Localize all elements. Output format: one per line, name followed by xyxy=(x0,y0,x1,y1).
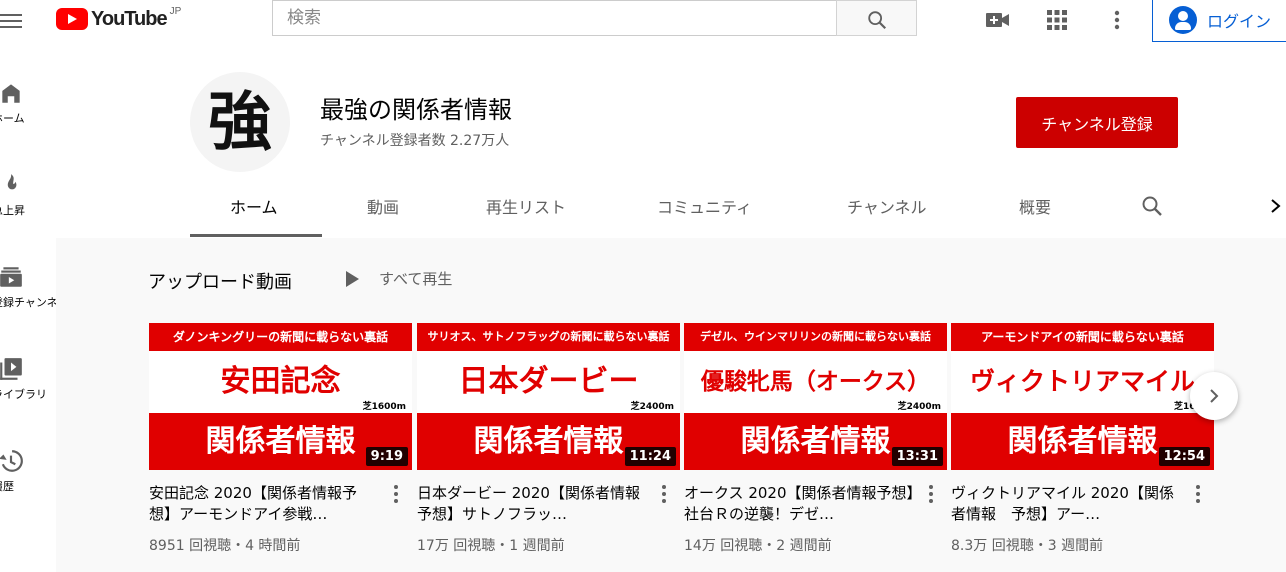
video-title[interactable]: ヴィクトリアマイル 2020【関係者情報 予想】アー… xyxy=(951,483,1181,525)
tab-playlists[interactable]: 再生リスト xyxy=(486,194,566,218)
sidebar-item-label: ホーム xyxy=(0,112,25,125)
chevron-right-icon xyxy=(1210,389,1219,403)
video-thumbnail[interactable]: デゼル、ウインマリリンの新聞に載らない裏話 優駿牝馬（オークス） 芝2400m … xyxy=(684,323,947,470)
thumbnail-subtext: 芝2400m xyxy=(630,402,674,412)
video-duration: 12:54 xyxy=(1158,447,1210,466)
channel-search-icon[interactable] xyxy=(1140,194,1164,218)
thumbnail-banner: アーモンドアイの新聞に載らない裏話 xyxy=(951,323,1214,351)
more-options-icon[interactable] xyxy=(928,485,934,505)
thumbnail-banner: サリオス、サトノフラッグの新聞に載らない裏話 xyxy=(417,323,680,351)
video-meta: 14万 回視聴・2 週間前 xyxy=(684,538,832,554)
video-duration: 9:19 xyxy=(365,447,408,466)
chevron-right-icon[interactable] xyxy=(1268,194,1284,218)
video-duration: 13:31 xyxy=(891,447,943,466)
subscriptions-icon xyxy=(0,267,22,287)
video-thumbnail[interactable]: ダノンキングリーの新聞に載らない裏話 安田記念 芝1600m 関係者情報 9:1… xyxy=(149,323,412,470)
fire-icon xyxy=(7,174,17,190)
sidebar-item-subscriptions[interactable]: 登録チャンネル xyxy=(0,264,69,324)
more-options-icon[interactable] xyxy=(393,485,399,505)
sidebar: ホーム 急上昇 登録チャンネル ライブラリ 履歴 xyxy=(0,46,69,572)
thumbnail-subtext: 芝2400m xyxy=(897,402,941,412)
sidebar-item-trending[interactable]: 急上昇 xyxy=(0,172,56,232)
youtube-logo[interactable]: YouTube JP xyxy=(56,6,181,32)
uploads-section: アップロード動画 すべて再生 ダノンキングリーの新聞に載らない裏話 安田記念 芝… xyxy=(56,238,1286,572)
svg-text:強: 強 xyxy=(208,85,272,160)
sidebar-item-history[interactable]: 履歴 xyxy=(0,448,56,508)
thumbnail-banner: ダノンキングリーの新聞に載らない裏話 xyxy=(149,323,412,351)
home-icon xyxy=(2,84,20,103)
thumbnail-banner: デゼル、ウインマリリンの新聞に載らない裏話 xyxy=(684,323,947,351)
video-card[interactable]: アーモンドアイの新聞に載らない裏話 ヴィクトリアマイル 芝1600 関係者情報 … xyxy=(951,323,1214,554)
more-options-icon[interactable] xyxy=(1195,485,1201,505)
sidebar-item-home[interactable]: ホーム xyxy=(0,80,56,140)
tab-channels[interactable]: チャンネル xyxy=(847,194,927,218)
video-meta: 8.3万 回視聴・3 週間前 xyxy=(951,538,1104,554)
sidebar-item-library[interactable]: ライブラリ xyxy=(0,356,56,416)
tab-about[interactable]: 概要 xyxy=(1019,194,1051,218)
search-input[interactable] xyxy=(273,1,827,35)
video-title[interactable]: 日本ダービー 2020【関係者情報 予想】サトノフラッ… xyxy=(417,483,647,525)
top-bar: YouTube JP ログイン xyxy=(0,0,1286,46)
play-all-button[interactable]: すべて再生 xyxy=(346,268,452,289)
video-card[interactable]: デゼル、ウインマリリンの新聞に載らない裏話 優駿牝馬（オークス） 芝2400m … xyxy=(684,323,947,554)
channel-avatar-image: 強 xyxy=(208,85,272,160)
tab-home[interactable]: ホーム xyxy=(230,194,278,218)
thumbnail-subtext: 芝1600m xyxy=(362,402,406,412)
video-thumbnail[interactable]: アーモンドアイの新聞に載らない裏話 ヴィクトリアマイル 芝1600 関係者情報 … xyxy=(951,323,1214,470)
account-icon xyxy=(1169,6,1197,34)
subscribe-button[interactable]: チャンネル登録 xyxy=(1016,97,1178,148)
channel-avatar[interactable]: 強 xyxy=(190,72,290,172)
channel-tabs: ホーム 動画 再生リスト コミュニティ チャンネル 概要 xyxy=(56,180,1286,238)
video-duration: 11:24 xyxy=(624,447,676,466)
play-icon xyxy=(346,270,359,287)
menu-icon[interactable] xyxy=(0,10,22,30)
apps-grid-icon[interactable] xyxy=(1045,8,1071,32)
shelf-next-button[interactable] xyxy=(1190,372,1238,420)
sidebar-item-label: 履歴 xyxy=(0,480,14,493)
login-label: ログイン xyxy=(1207,12,1272,31)
settings-more-icon[interactable] xyxy=(1107,8,1133,32)
library-icon xyxy=(0,358,22,380)
tab-community[interactable]: コミュニティ xyxy=(657,194,752,218)
search-box xyxy=(272,0,836,36)
logo-text: YouTube xyxy=(91,7,168,30)
video-meta: 17万 回視聴・1 週間前 xyxy=(417,538,565,554)
logo-region: JP xyxy=(169,5,182,17)
subscriber-count: チャンネル登録者数 2.27万人 xyxy=(320,133,510,149)
video-title[interactable]: 安田記念 2020【関係者情報予想】アーモンドアイ参戦… xyxy=(149,483,379,525)
video-card[interactable]: ダノンキングリーの新聞に載らない裏話 安田記念 芝1600m 関係者情報 9:1… xyxy=(149,323,412,554)
create-video-icon[interactable] xyxy=(985,8,1011,32)
channel-name: 最強の関係者情報 xyxy=(320,96,512,124)
video-thumbnail[interactable]: サリオス、サトノフラッグの新聞に載らない裏話 日本ダービー 芝2400m 関係者… xyxy=(417,323,680,470)
search-button[interactable] xyxy=(836,0,917,36)
video-meta: 8951 回視聴・4 時間前 xyxy=(149,538,301,554)
play-all-label: すべて再生 xyxy=(379,270,453,288)
sidebar-item-label: ライブラリ xyxy=(0,388,47,401)
channel-header: 強 最強の関係者情報 チャンネル登録者数 2.27万人 チャンネル登録 ホーム … xyxy=(56,46,1286,238)
tab-videos[interactable]: 動画 xyxy=(367,194,399,218)
youtube-play-icon xyxy=(56,8,88,30)
active-tab-indicator xyxy=(190,234,322,237)
section-title[interactable]: アップロード動画 xyxy=(148,268,292,294)
more-options-icon[interactable] xyxy=(661,485,667,505)
search-icon xyxy=(868,11,887,30)
history-icon xyxy=(0,450,23,472)
login-button[interactable]: ログイン xyxy=(1152,0,1286,42)
video-title[interactable]: オークス 2020【関係者情報予想】社台Ｒの逆襲！デゼ… xyxy=(684,483,914,525)
sidebar-item-label: 急上昇 xyxy=(0,204,25,217)
video-card[interactable]: サリオス、サトノフラッグの新聞に載らない裏話 日本ダービー 芝2400m 関係者… xyxy=(417,323,680,554)
